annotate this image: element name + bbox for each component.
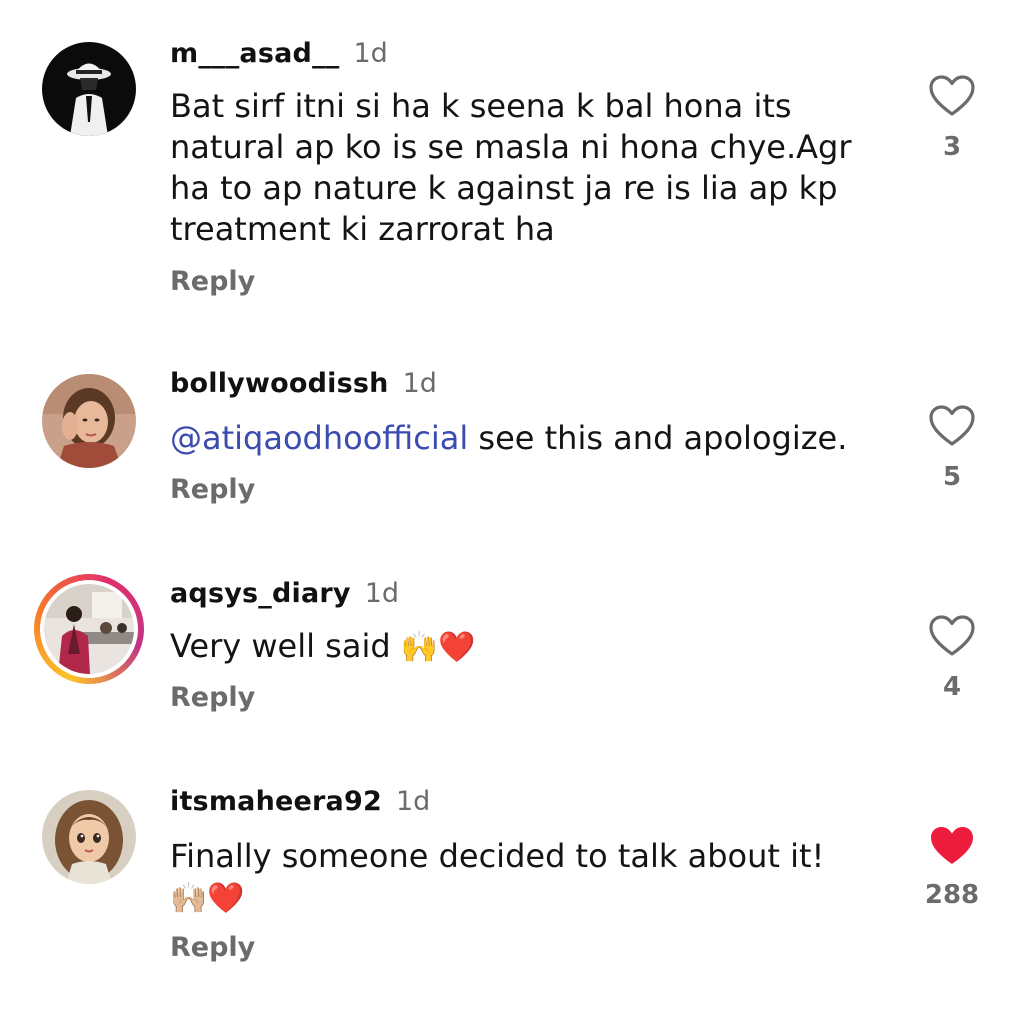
comment-body: Very well said	[170, 627, 401, 665]
comment-body: see this and apologize.	[468, 419, 848, 457]
like-count: 5	[942, 462, 962, 492]
avatar	[40, 580, 138, 678]
reply-button[interactable]: Reply	[170, 932, 255, 963]
heart-filled-icon	[931, 827, 973, 864]
timestamp: 1d	[353, 38, 388, 69]
comment-meta: bollywoodissh 1d	[170, 368, 437, 399]
comment-meta: m___asad__ 1d	[170, 38, 388, 69]
like-button[interactable]	[928, 74, 976, 118]
timestamp: 1d	[402, 368, 437, 399]
like-button[interactable]	[928, 824, 976, 868]
avatar[interactable]	[42, 790, 136, 884]
reply-button[interactable]: Reply	[170, 266, 255, 297]
like-button[interactable]	[928, 614, 976, 658]
avatar[interactable]	[42, 42, 136, 136]
comment-meta: itsmaheera92 1d	[170, 786, 430, 817]
comment-text: @atiqaodhoofficial see this and apologiz…	[170, 418, 930, 459]
heart-outline-icon	[929, 75, 975, 116]
like-button[interactable]	[928, 404, 976, 448]
emoji-raising-hands-heart: 🙌❤️	[400, 630, 476, 665]
comment-meta: aqsys_diary 1d	[170, 578, 399, 609]
username[interactable]: itsmaheera92	[170, 786, 382, 817]
comment-text: Very well said 🙌❤️	[170, 626, 890, 668]
avatar[interactable]	[42, 374, 136, 468]
like-count: 3	[942, 132, 962, 162]
comment-text: Finally someone decided to talk about it…	[170, 836, 890, 919]
timestamp: 1d	[364, 578, 400, 609]
username[interactable]: m___asad__	[170, 38, 339, 69]
comment-text: Bat sirf itni si ha k seena k bal hona i…	[170, 87, 852, 248]
heart-outline-icon	[929, 615, 975, 656]
username[interactable]: bollywoodissh	[170, 368, 389, 399]
like-count: 4	[942, 672, 962, 702]
reply-button[interactable]: Reply	[170, 682, 255, 713]
timestamp: 1d	[395, 786, 431, 817]
reply-button[interactable]: Reply	[170, 474, 255, 505]
like-count: 288	[924, 880, 980, 910]
username[interactable]: aqsys_diary	[170, 578, 351, 609]
mention-link[interactable]: @atiqaodhoofficial	[170, 419, 468, 457]
comment-body: Finally someone decided to talk about it…	[170, 837, 825, 875]
heart-outline-icon	[929, 405, 975, 446]
emoji-raising-hands-heart: 🙌🏼❤️	[170, 881, 245, 916]
avatar-story-ring[interactable]	[34, 574, 144, 684]
